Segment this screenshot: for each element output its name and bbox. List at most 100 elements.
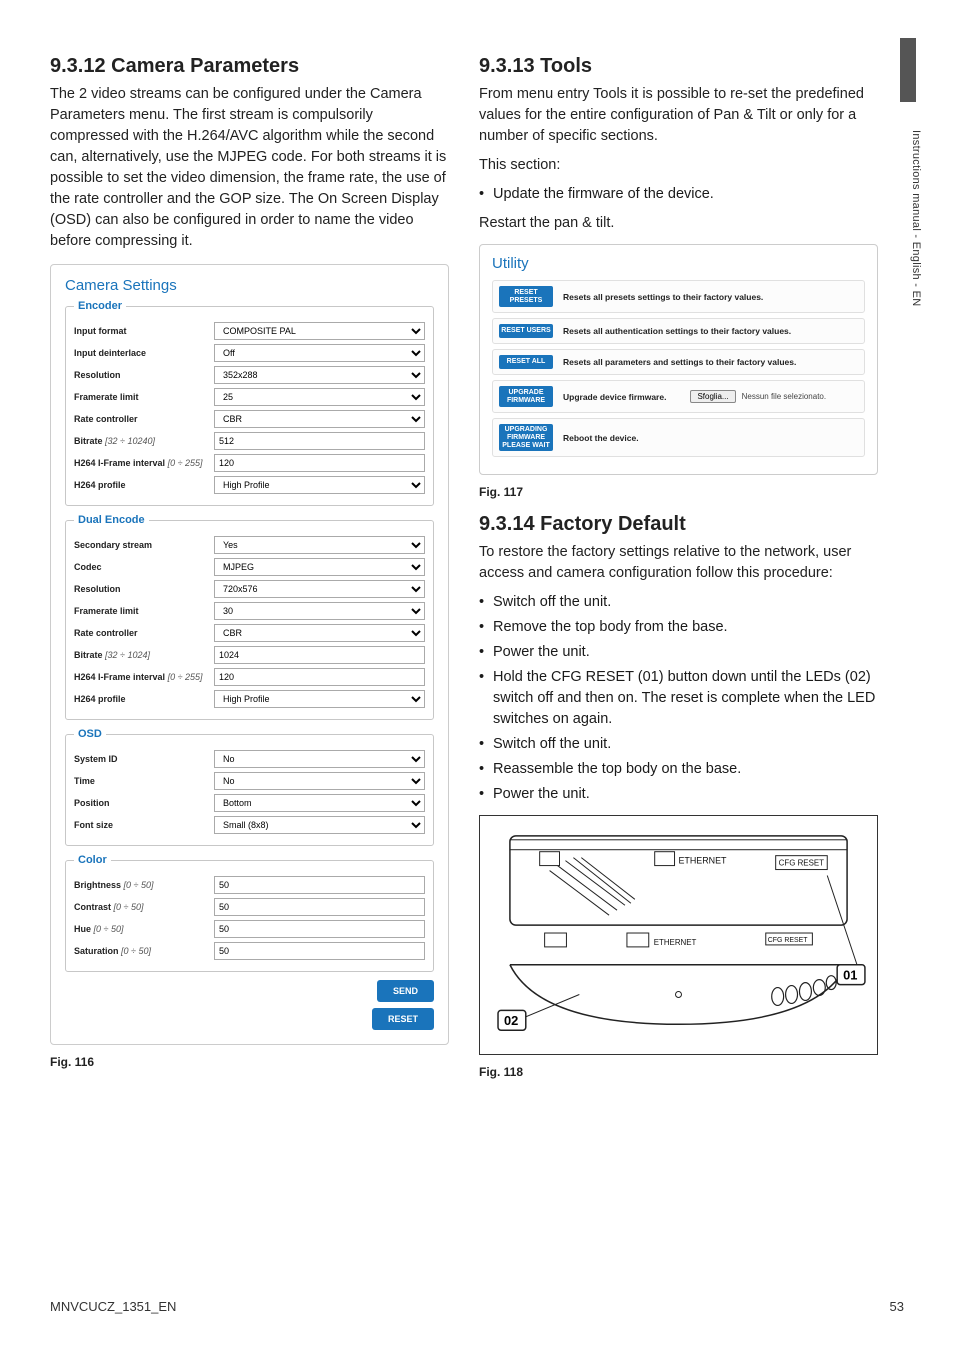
lbl-enc-profile: H264 profile	[74, 480, 214, 490]
lbl-saturation: Saturation [0 ÷ 50]	[74, 946, 214, 956]
fig-117-caption: Fig. 117	[479, 485, 878, 499]
sel-system-id[interactable]: No	[214, 750, 425, 768]
browse-button[interactable]: Sfoglia...	[690, 390, 735, 403]
footer-page-number: 53	[890, 1299, 904, 1314]
dual-encode-group: Dual Encode Secondary streamYes CodecMJP…	[65, 514, 434, 720]
input-dual-bitrate[interactable]	[214, 646, 425, 664]
reset-users-button[interactable]: RESET USERS	[499, 324, 553, 338]
sel-dual-profile[interactable]: High Profile	[214, 690, 425, 708]
factory-bullet-3: Power the unit.	[479, 642, 878, 663]
color-legend: Color	[74, 854, 111, 866]
tools-bullet-1: Update the firmware of the device.	[479, 184, 878, 205]
sel-input-deinterlace[interactable]: Off	[214, 344, 425, 362]
sel-font-size[interactable]: Small (8x8)	[214, 816, 425, 834]
osd-legend: OSD	[74, 728, 106, 740]
sel-position[interactable]: Bottom	[214, 794, 425, 812]
sel-enc-profile[interactable]: High Profile	[214, 476, 425, 494]
heading-tools: 9.3.13 Tools	[479, 55, 878, 78]
left-column: 9.3.12 Camera Parameters The 2 video str…	[50, 55, 449, 1079]
lbl-enc-iframe: H264 I-Frame interval [0 ÷ 255]	[74, 458, 214, 468]
input-hue[interactable]	[214, 920, 425, 938]
utility-title: Utility	[492, 255, 865, 272]
camera-settings-panel: Camera Settings Encoder Input formatCOMP…	[50, 264, 449, 1045]
lbl-secondary-stream: Secondary stream	[74, 540, 214, 550]
reset-button[interactable]: RESET	[372, 1008, 434, 1030]
no-file-label: Nessun file selezionato.	[742, 392, 827, 401]
right-column: 9.3.13 Tools From menu entry Tools it is…	[479, 55, 904, 1079]
encoder-legend: Encoder	[74, 300, 126, 312]
sel-time[interactable]: No	[214, 772, 425, 790]
reset-presets-button[interactable]: RESET PRESETS	[499, 286, 553, 307]
lbl-position: Position	[74, 798, 214, 808]
upgrade-firmware-button[interactable]: UPGRADE FIRMWARE	[499, 386, 553, 407]
svg-text:ETHERNET: ETHERNET	[654, 938, 697, 947]
lbl-dual-iframe: H264 I-Frame interval [0 ÷ 255]	[74, 672, 214, 682]
side-vertical-text: Instructions manual - English - EN	[910, 130, 922, 307]
osd-group: OSD System IDNo TimeNo PositionBottom Fo…	[65, 728, 434, 846]
lbl-time: Time	[74, 776, 214, 786]
sel-dual-framerate[interactable]: 30	[214, 602, 425, 620]
page-footer: MNVCUCZ_1351_EN 53	[50, 1299, 904, 1314]
camera-settings-title: Camera Settings	[65, 277, 434, 294]
tools-para3: Restart the pan & tilt.	[479, 213, 878, 234]
sel-secondary-stream[interactable]: Yes	[214, 536, 425, 554]
side-tab-mark	[900, 38, 916, 102]
utility-panel: Utility RESET PRESETS Resets all presets…	[479, 244, 878, 475]
upgrading-firmware-desc: Reboot the device.	[563, 433, 639, 443]
fig-116-caption: Fig. 116	[50, 1055, 449, 1069]
reset-all-button[interactable]: RESET ALL	[499, 355, 553, 369]
svg-text:CFG RESET: CFG RESET	[779, 859, 824, 868]
lbl-enc-resolution: Resolution	[74, 370, 214, 380]
sel-codec[interactable]: MJPEG	[214, 558, 425, 576]
svg-text:02: 02	[504, 1014, 518, 1029]
sel-enc-framerate[interactable]: 25	[214, 388, 425, 406]
lbl-system-id: System ID	[74, 754, 214, 764]
reset-users-desc: Resets all authentication settings to th…	[563, 326, 791, 336]
dual-encode-legend: Dual Encode	[74, 514, 149, 526]
lbl-dual-profile: H264 profile	[74, 694, 214, 704]
reset-presets-desc: Resets all presets settings to their fac…	[563, 292, 763, 302]
input-saturation[interactable]	[214, 942, 425, 960]
upgrading-firmware-button[interactable]: UPGRADING FIRMWARE PLEASE WAIT	[499, 424, 553, 451]
lbl-enc-ratectl: Rate controller	[74, 414, 214, 424]
tools-para1: From menu entry Tools it is possible to …	[479, 84, 878, 147]
input-enc-bitrate[interactable]	[214, 432, 425, 450]
sel-enc-ratectl[interactable]: CBR	[214, 410, 425, 428]
factory-bullet-2: Remove the top body from the base.	[479, 617, 878, 638]
fig-118-caption: Fig. 118	[479, 1065, 878, 1079]
lbl-brightness: Brightness [0 ÷ 50]	[74, 880, 214, 890]
send-button[interactable]: SEND	[377, 980, 434, 1002]
svg-text:01: 01	[843, 968, 857, 983]
lbl-input-format: Input format	[74, 326, 214, 336]
lbl-dual-framerate: Framerate limit	[74, 606, 214, 616]
sel-dual-ratectl[interactable]: CBR	[214, 624, 425, 642]
lbl-input-deinterlace: Input deinterlace	[74, 348, 214, 358]
lbl-enc-framerate: Framerate limit	[74, 392, 214, 402]
tools-para2: This section:	[479, 155, 878, 176]
input-contrast[interactable]	[214, 898, 425, 916]
device-diagram: ETHERNET CFG RESET ETHERNET CFG RESET	[479, 815, 878, 1055]
lbl-enc-bitrate: Bitrate [32 ÷ 10240]	[74, 436, 214, 446]
factory-bullet-4: Hold the CFG RESET (01) button down unti…	[479, 667, 878, 730]
reset-all-desc: Resets all parameters and settings to th…	[563, 357, 796, 367]
heading-camera-parameters: 9.3.12 Camera Parameters	[50, 55, 449, 78]
input-dual-iframe[interactable]	[214, 668, 425, 686]
factory-bullet-6: Reassemble the top body on the base.	[479, 759, 878, 780]
input-brightness[interactable]	[214, 876, 425, 894]
lbl-codec: Codec	[74, 562, 214, 572]
upgrade-firmware-desc: Upgrade device firmware.	[563, 392, 666, 402]
lbl-font-size: Font size	[74, 820, 214, 830]
encoder-group: Encoder Input formatCOMPOSITE PAL Input …	[65, 300, 434, 506]
input-enc-iframe[interactable]	[214, 454, 425, 472]
lbl-contrast: Contrast [0 ÷ 50]	[74, 902, 214, 912]
sel-input-format[interactable]: COMPOSITE PAL	[214, 322, 425, 340]
factory-bullet-1: Switch off the unit.	[479, 592, 878, 613]
sel-dual-resolution[interactable]: 720x576	[214, 580, 425, 598]
lbl-dual-bitrate: Bitrate [32 ÷ 1024]	[74, 650, 214, 660]
factory-default-para: To restore the factory settings relative…	[479, 542, 878, 584]
color-group: Color Brightness [0 ÷ 50] Contrast [0 ÷ …	[65, 854, 434, 972]
heading-factory-default: 9.3.14 Factory Default	[479, 513, 878, 536]
camera-parameters-description: The 2 video streams can be configured un…	[50, 84, 449, 252]
sel-enc-resolution[interactable]: 352x288	[214, 366, 425, 384]
factory-bullet-7: Power the unit.	[479, 784, 878, 805]
